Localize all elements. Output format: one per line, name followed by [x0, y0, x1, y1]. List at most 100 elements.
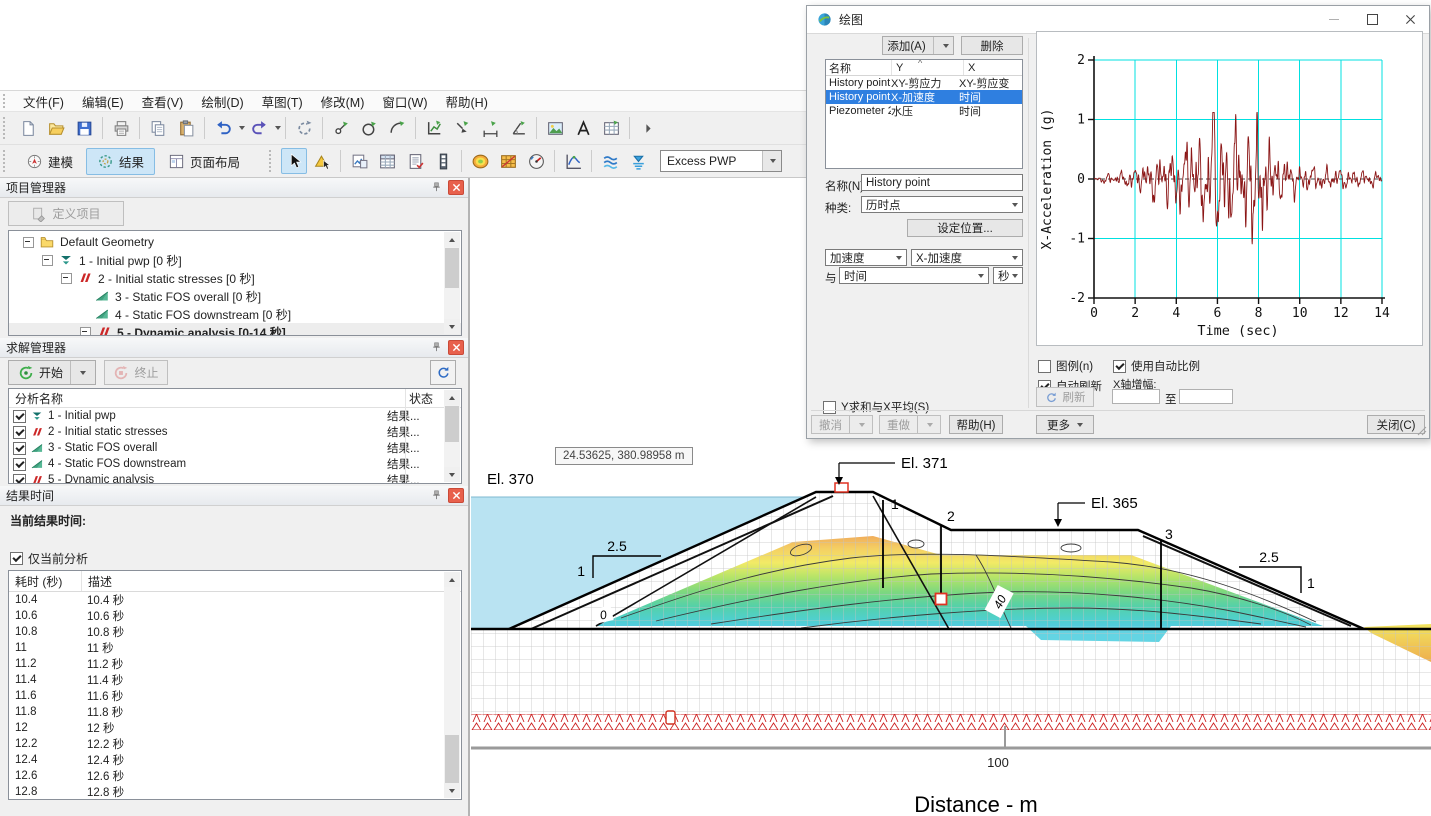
tree-expander[interactable]	[61, 273, 72, 284]
tree-expander[interactable]	[80, 327, 91, 337]
minimize-button[interactable]	[1315, 6, 1353, 33]
time-row-10[interactable]: 12.412.4 秒	[9, 752, 461, 768]
chevron-down-icon[interactable]	[239, 126, 245, 130]
time-row-1[interactable]: 10.610.6 秒	[9, 608, 461, 624]
menu-item-2[interactable]: 查看(V)	[133, 90, 193, 113]
solver-scrollbar[interactable]	[444, 390, 460, 482]
time-scrollbar[interactable]	[444, 572, 460, 798]
time-row-12[interactable]: 12.812.8 秒	[9, 784, 461, 800]
checkbox[interactable]	[1113, 360, 1126, 373]
history-point-marker-crest[interactable]	[835, 483, 848, 492]
menu-item-5[interactable]: 修改(M)	[312, 90, 374, 113]
solver-refresh-button[interactable]	[430, 360, 456, 385]
checkbox[interactable]	[823, 401, 836, 414]
solver-row-4[interactable]: 5 - Dynamic analysis结果...	[9, 472, 461, 484]
tool-copy-picture[interactable]	[346, 148, 372, 174]
menu-item-0[interactable]: 文件(F)	[14, 90, 73, 113]
column-header-x[interactable]: X	[964, 62, 975, 74]
checkbox[interactable]	[1038, 360, 1051, 373]
checkbox[interactable]	[10, 552, 23, 565]
help-button[interactable]: 帮助(H)	[949, 415, 1003, 434]
tool-water-table[interactable]	[625, 148, 651, 174]
scrollbar-thumb[interactable]	[445, 735, 459, 785]
tool-contour-mesh[interactable]	[495, 148, 521, 174]
time-row-0[interactable]: 10.410.4 秒	[9, 592, 461, 608]
tool-insert-text[interactable]	[570, 115, 596, 141]
resize-grip-icon[interactable]	[1417, 426, 1427, 436]
tool-cursor[interactable]	[281, 148, 307, 174]
kind-select[interactable]: 历时点	[861, 196, 1023, 213]
tool-open-folder[interactable]	[43, 115, 69, 141]
tool-result-graph[interactable]	[560, 148, 586, 174]
menu-item-7[interactable]: 帮助(H)	[437, 90, 497, 113]
column-header-name[interactable]: 分析名称	[9, 390, 409, 407]
graph-name-input[interactable]: History point	[861, 174, 1023, 191]
time-row-5[interactable]: 11.411.4 秒	[9, 672, 461, 688]
close-icon[interactable]	[448, 180, 464, 195]
redo-button[interactable]: 重做	[879, 415, 941, 434]
scroll-down-icon[interactable]	[444, 467, 460, 482]
scrollbar-thumb[interactable]	[445, 406, 459, 442]
time-row-8[interactable]: 1212 秒	[9, 720, 461, 736]
undo-button[interactable]: 撤消	[811, 415, 873, 434]
x-range-to-input[interactable]	[1179, 389, 1233, 404]
close-button[interactable]	[1391, 6, 1429, 33]
tool-draw-dimension[interactable]	[477, 115, 503, 141]
tool-report[interactable]	[402, 148, 428, 174]
graph-list-row-2[interactable]: Piezometer 2水压时间	[826, 104, 1022, 118]
set-location-button[interactable]: 设定位置...	[907, 219, 1023, 237]
refresh-button[interactable]: 刷新	[1036, 387, 1094, 407]
toolbar-grip[interactable]	[269, 150, 276, 172]
only-current-analysis-checkbox[interactable]: 仅当前分析	[10, 550, 88, 567]
maximize-button[interactable]	[1353, 6, 1391, 33]
close-icon[interactable]	[448, 488, 464, 503]
delete-graph-button[interactable]: 删除	[961, 36, 1023, 55]
solver-row-0[interactable]: 1 - Initial pwp结果...	[9, 408, 461, 424]
scroll-up-icon[interactable]	[444, 232, 460, 247]
tree-item-1[interactable]: 1 - Initial pwp [0 秒]	[9, 251, 461, 269]
scroll-up-icon[interactable]	[444, 572, 460, 587]
x-range-from-input[interactable]	[1112, 389, 1160, 404]
view-parameter-combo[interactable]: Excess PWP	[660, 150, 782, 172]
scroll-down-icon[interactable]	[444, 319, 460, 334]
tool-redo[interactable]	[246, 115, 272, 141]
tool-undo[interactable]	[210, 115, 236, 141]
tool-rotate-view[interactable]	[291, 115, 317, 141]
time-row-11[interactable]: 12.612.6 秒	[9, 768, 461, 784]
chevron-down-icon[interactable]	[275, 126, 281, 130]
tree-expander[interactable]	[23, 237, 34, 248]
pin-icon[interactable]	[429, 180, 444, 195]
menu-item-1[interactable]: 编辑(E)	[73, 90, 133, 113]
time-row-7[interactable]: 11.811.8 秒	[9, 704, 461, 720]
pin-icon[interactable]	[429, 340, 444, 355]
graph-list-row-0[interactable]: History point ...XY-剪应力XY-剪应变	[826, 76, 1022, 90]
tool-draw-region[interactable]	[421, 115, 447, 141]
history-point-marker-mid[interactable]	[936, 594, 947, 605]
tree-item-4[interactable]: 4 - Static FOS downstream [0 秒]	[9, 305, 461, 323]
solver-row-3[interactable]: 4 - Static FOS downstream结果...	[9, 456, 461, 472]
analysis-checkbox[interactable]	[13, 442, 26, 455]
time-row-4[interactable]: 11.211.2 秒	[9, 656, 461, 672]
tree-expander[interactable]	[42, 255, 53, 266]
tool-toolbar-overflow[interactable]	[635, 115, 661, 141]
tool-draw-pin[interactable]	[449, 115, 475, 141]
tool-select-region[interactable]	[309, 148, 335, 174]
tool-print[interactable]	[108, 115, 134, 141]
time-row-6[interactable]: 11.611.6 秒	[9, 688, 461, 704]
menu-item-3[interactable]: 绘制(D)	[192, 90, 252, 113]
scroll-down-icon[interactable]	[444, 783, 460, 798]
tool-copy[interactable]	[145, 115, 171, 141]
autoscale-checkbox[interactable]: 使用自动比例	[1113, 358, 1200, 374]
tool-new-file[interactable]	[15, 115, 41, 141]
tree-scrollbar[interactable]	[444, 232, 460, 334]
tool-paste[interactable]	[173, 115, 199, 141]
menu-item-6[interactable]: 窗口(W)	[373, 90, 436, 113]
tool-save[interactable]	[71, 115, 97, 141]
tool-draw-arc[interactable]	[384, 115, 410, 141]
legend-checkbox[interactable]: 图例(n)	[1038, 358, 1093, 374]
analysis-checkbox[interactable]	[13, 410, 26, 423]
column-header-y[interactable]: Y	[892, 60, 964, 75]
time-row-2[interactable]: 10.810.8 秒	[9, 624, 461, 640]
tool-draw-circle[interactable]	[356, 115, 382, 141]
sum-avg-checkbox[interactable]: Y求和与X平均(S)	[823, 399, 929, 415]
